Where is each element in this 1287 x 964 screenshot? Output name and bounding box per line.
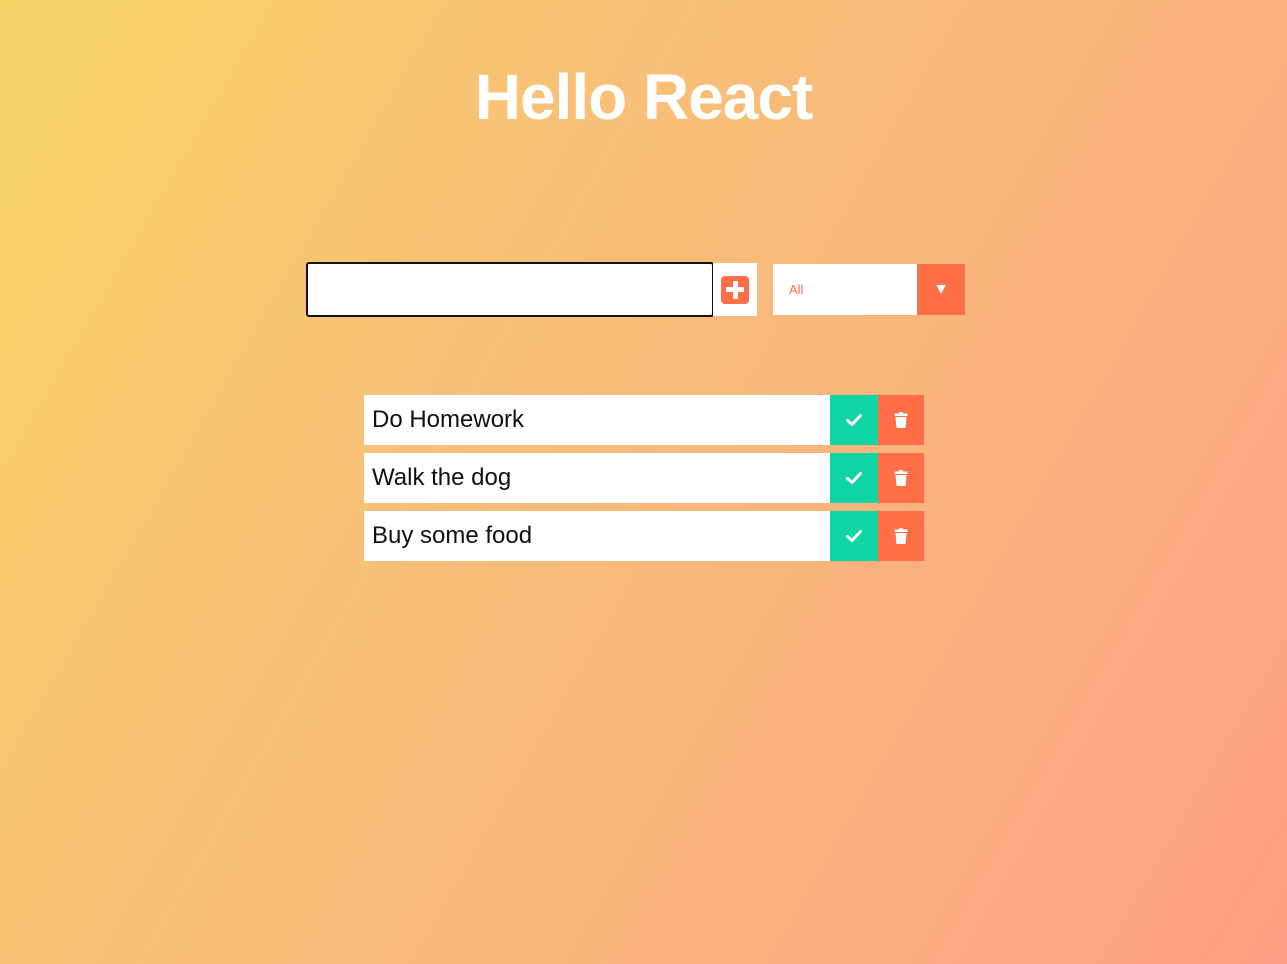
add-todo-button[interactable] [713, 263, 757, 316]
todo-item: Buy some food [364, 511, 924, 561]
delete-button[interactable] [878, 453, 924, 503]
todo-list: Do Homework Walk the dog Buy some food [364, 395, 924, 569]
todo-form: All ▼ [306, 262, 966, 318]
filter-select[interactable]: All ▼ [773, 264, 965, 315]
complete-button[interactable] [830, 453, 878, 503]
todo-item: Walk the dog [364, 453, 924, 503]
check-icon [846, 472, 862, 484]
todo-item: Do Homework [364, 395, 924, 445]
page-title: Hello React [474, 61, 814, 133]
todo-text: Do Homework [372, 406, 525, 433]
plus-square-icon [721, 275, 749, 304]
delete-button[interactable] [878, 395, 924, 445]
check-icon [846, 530, 862, 542]
triangle-down-icon[interactable]: ▼ [917, 264, 965, 315]
todo-text: Buy some food [372, 522, 533, 549]
trash-icon [894, 412, 908, 428]
todo-input[interactable] [306, 262, 714, 317]
trash-icon [894, 528, 908, 544]
complete-button[interactable] [830, 511, 878, 561]
trash-icon [894, 470, 908, 486]
delete-button[interactable] [878, 511, 924, 561]
todo-text: Walk the dog [372, 464, 512, 491]
check-icon [846, 414, 862, 426]
complete-button[interactable] [830, 395, 878, 445]
filter-selected-value: All [789, 282, 804, 297]
